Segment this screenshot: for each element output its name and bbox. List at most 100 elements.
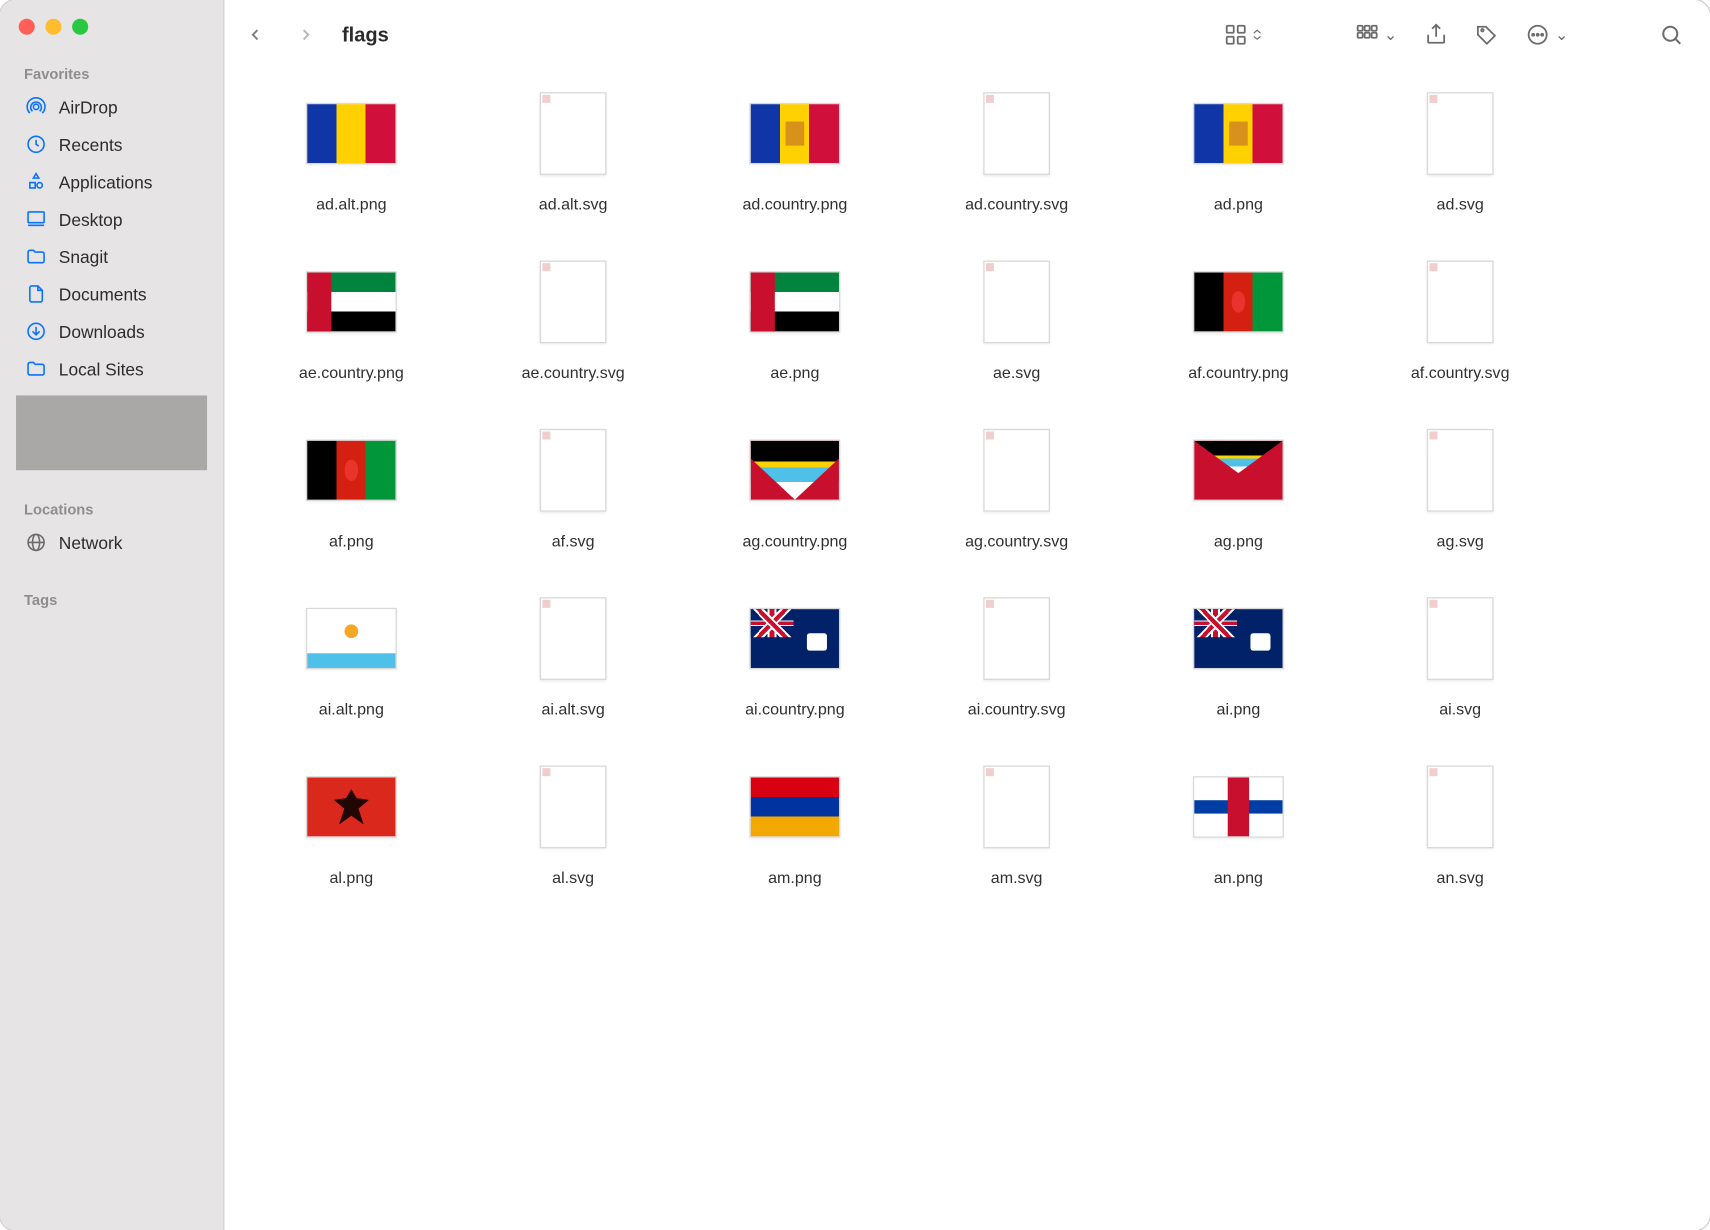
file-item[interactable]: ag.png	[1128, 414, 1350, 550]
sidebar-item-local-sites[interactable]: Local Sites	[0, 350, 223, 387]
file-item[interactable]: ad.png	[1128, 77, 1350, 213]
file-item[interactable]: al.png	[240, 751, 462, 887]
sidebar-item-snagit[interactable]: Snagit	[0, 238, 223, 275]
file-label: ag.svg	[1437, 532, 1484, 551]
file-label: ad.country.svg	[965, 195, 1068, 214]
file-item[interactable]: ad.alt.png	[240, 77, 462, 213]
file-label: ae.country.png	[299, 363, 404, 382]
sidebar-item-label: Local Sites	[59, 359, 144, 379]
file-item[interactable]: af.country.png	[1128, 246, 1350, 382]
sidebar-item-label: Snagit	[59, 246, 108, 266]
file-item[interactable]: ad.country.svg	[906, 77, 1128, 213]
file-item[interactable]: ag.svg	[1349, 414, 1571, 550]
file-thumbnail	[525, 254, 621, 350]
file-thumbnail	[1412, 86, 1508, 182]
file-label: ad.alt.png	[316, 195, 386, 214]
file-label: af.svg	[552, 532, 595, 551]
file-item[interactable]: af.png	[240, 414, 462, 550]
file-item[interactable]: ad.svg	[1349, 77, 1571, 213]
file-item[interactable]: am.svg	[906, 751, 1128, 887]
file-thumbnail	[747, 422, 843, 518]
main-pane: flags ad.alt.p	[224, 0, 1710, 1230]
minimize-button[interactable]	[45, 19, 61, 35]
doc-icon	[24, 282, 48, 306]
file-thumbnail	[747, 759, 843, 855]
file-item[interactable]: ag.country.png	[684, 414, 906, 550]
sidebar: Favorites AirDropRecentsApplicationsDesk…	[0, 0, 224, 1230]
sidebar-item-label: Applications	[59, 172, 153, 192]
file-label: an.svg	[1437, 868, 1484, 887]
file-item[interactable]: ae.svg	[906, 246, 1128, 382]
file-thumbnail	[525, 86, 621, 182]
sidebar-item-network[interactable]: Network	[0, 524, 223, 561]
file-thumbnail	[303, 759, 399, 855]
sidebar-item-airdrop[interactable]: AirDrop	[0, 88, 223, 125]
group-by-button[interactable]	[1346, 16, 1405, 53]
file-thumbnail	[1412, 422, 1508, 518]
sidebar-section-tags: Tags	[0, 585, 223, 614]
file-grid: ad.alt.png ad.alt.svg ad.country.png ad.cou…	[240, 77, 1710, 887]
file-item[interactable]: ai.png	[1128, 582, 1350, 718]
forward-button[interactable]	[286, 16, 326, 53]
file-item[interactable]: ae.country.png	[240, 246, 462, 382]
maximize-button[interactable]	[72, 19, 88, 35]
file-thumbnail	[969, 254, 1065, 350]
back-button[interactable]	[235, 16, 275, 53]
file-label: ae.svg	[993, 363, 1040, 382]
file-thumbnail	[1190, 759, 1286, 855]
file-thumbnail	[747, 86, 843, 182]
file-thumbnail	[1190, 254, 1286, 350]
search-button[interactable]	[1651, 16, 1691, 53]
sidebar-item-label: Recents	[59, 134, 123, 154]
sidebar-item-documents[interactable]: Documents	[0, 275, 223, 312]
sidebar-item-desktop[interactable]: Desktop	[0, 200, 223, 237]
file-thumbnail	[747, 254, 843, 350]
sidebar-item-downloads[interactable]: Downloads	[0, 313, 223, 350]
sidebar-item-label: Desktop	[59, 209, 123, 229]
file-item[interactable]: ad.country.png	[684, 77, 906, 213]
file-item[interactable]: ai.alt.png	[240, 582, 462, 718]
file-thumbnail	[303, 422, 399, 518]
file-label: ai.country.svg	[968, 700, 1066, 719]
finder-window: Favorites AirDropRecentsApplicationsDesk…	[0, 0, 1710, 1230]
file-item[interactable]: an.svg	[1349, 751, 1571, 887]
file-item[interactable]: ai.country.png	[684, 582, 906, 718]
sidebar-item-label: Network	[59, 532, 123, 552]
file-item[interactable]: ag.country.svg	[906, 414, 1128, 550]
file-thumbnail	[303, 86, 399, 182]
file-item[interactable]: ae.country.svg	[462, 246, 684, 382]
close-button[interactable]	[19, 19, 35, 35]
file-item[interactable]: af.country.svg	[1349, 246, 1571, 382]
view-mode-button[interactable]	[1216, 16, 1272, 53]
share-button[interactable]	[1416, 16, 1456, 53]
file-area[interactable]: ad.alt.png ad.alt.svg ad.country.png ad.cou…	[224, 69, 1710, 1230]
file-label: ag.png	[1214, 532, 1263, 551]
file-item[interactable]: ai.alt.svg	[462, 582, 684, 718]
file-thumbnail	[525, 759, 621, 855]
sidebar-redacted-item[interactable]	[16, 395, 207, 470]
file-label: ae.png	[770, 363, 819, 382]
file-thumbnail	[1190, 86, 1286, 182]
file-item[interactable]: an.png	[1128, 751, 1350, 887]
file-label: ag.country.png	[742, 532, 847, 551]
action-menu-button[interactable]	[1518, 16, 1577, 53]
file-item[interactable]: ad.alt.svg	[462, 77, 684, 213]
sidebar-item-label: Downloads	[59, 321, 145, 341]
file-item[interactable]: ai.svg	[1349, 582, 1571, 718]
window-controls	[0, 19, 223, 35]
file-thumbnail	[1412, 254, 1508, 350]
toolbar: flags	[224, 0, 1710, 69]
file-label: ad.svg	[1437, 195, 1484, 214]
file-label: ad.country.png	[742, 195, 847, 214]
sidebar-item-applications[interactable]: Applications	[0, 163, 223, 200]
file-thumbnail	[303, 590, 399, 686]
file-item[interactable]: am.png	[684, 751, 906, 887]
sidebar-item-recents[interactable]: Recents	[0, 126, 223, 163]
file-item[interactable]: af.svg	[462, 414, 684, 550]
file-item[interactable]: ae.png	[684, 246, 906, 382]
file-item[interactable]: ai.country.svg	[906, 582, 1128, 718]
tags-button[interactable]	[1467, 16, 1507, 53]
file-label: af.png	[329, 532, 374, 551]
file-label: af.country.png	[1188, 363, 1288, 382]
file-item[interactable]: al.svg	[462, 751, 684, 887]
